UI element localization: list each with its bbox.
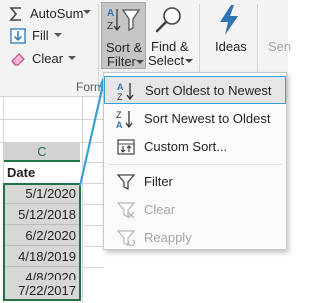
- clear-filter-icon: [116, 202, 136, 219]
- menu-item-label: Custom Sort...: [144, 139, 228, 154]
- filter-icon: [116, 174, 136, 191]
- menu-item-sort-newest-oldest[interactable]: Z A Sort Newest to Oldest: [104, 105, 286, 133]
- menu-item-filter[interactable]: Filter: [104, 168, 286, 196]
- menu-item-clear: Clear: [104, 196, 286, 224]
- custom-sort-icon: [117, 139, 135, 155]
- menu-item-label: Clear: [144, 202, 176, 217]
- svg-text:Z: Z: [116, 110, 122, 120]
- sort-ascending-icon: A Z: [117, 82, 134, 101]
- reapply-filter-icon: [116, 230, 136, 247]
- menu-item-custom-sort[interactable]: Custom Sort...: [104, 133, 286, 161]
- svg-text:A: A: [116, 120, 123, 129]
- menu-item-label: Sort Newest to Oldest: [144, 111, 271, 126]
- menu-item-sort-oldest-newest[interactable]: A Z Sort Oldest to Newest: [104, 76, 286, 104]
- menu-separator: [108, 164, 282, 165]
- svg-text:A: A: [117, 82, 124, 92]
- menu-item-reapply: Reapply: [104, 224, 286, 252]
- svg-text:Z: Z: [117, 92, 123, 101]
- sort-filter-menu: A Z Sort Oldest to Newest Z A Sort Newes…: [103, 72, 287, 250]
- menu-item-label: Sort Oldest to Newest: [145, 83, 272, 98]
- menu-item-label: Reapply: [144, 230, 192, 245]
- sort-descending-icon: Z A: [116, 110, 133, 129]
- menu-item-label: Filter: [144, 174, 173, 189]
